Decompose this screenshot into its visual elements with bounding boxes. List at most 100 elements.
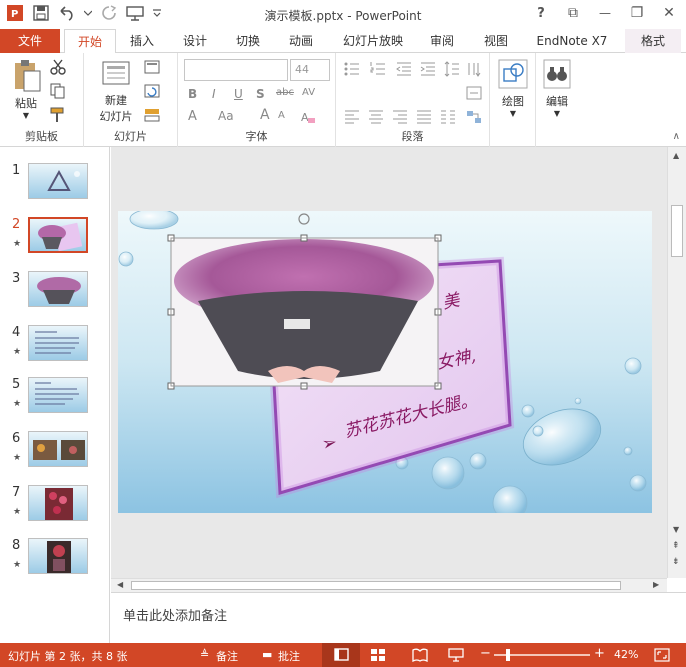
layout-icon[interactable] <box>144 59 160 75</box>
drawing-dropdown-icon: ▼ <box>509 109 517 118</box>
scroll-up-icon[interactable]: ▲ <box>673 151 679 160</box>
cut-icon[interactable] <box>50 59 66 75</box>
tab-animations[interactable]: 动画 <box>281 29 321 53</box>
section-icon[interactable] <box>144 107 160 123</box>
font-color-button[interactable]: A <box>188 109 197 124</box>
comments-icon[interactable]: ▬ <box>262 648 272 661</box>
comments-button[interactable]: 批注 <box>278 648 300 664</box>
tab-home[interactable]: 开始 <box>64 29 116 54</box>
collapse-ribbon-icon[interactable]: ∧ <box>673 131 680 142</box>
normal-view-button[interactable] <box>322 643 360 667</box>
reading-view-icon[interactable] <box>412 648 428 662</box>
thumbnail-2-image <box>28 217 88 253</box>
normal-view-icon <box>334 648 349 661</box>
vertical-scrollbar[interactable]: ▲ ▼ ⇞ ⇟ <box>667 147 686 578</box>
copy-icon[interactable] <box>50 83 66 99</box>
columns-icon[interactable] <box>440 109 456 125</box>
decrease-indent-icon[interactable] <box>396 61 412 77</box>
thumbnail-4-image <box>28 325 88 361</box>
slideshow-view-icon[interactable] <box>448 648 464 662</box>
next-slide-icon[interactable]: ⇟ <box>672 557 680 567</box>
reset-icon[interactable] <box>144 83 160 99</box>
align-text-icon[interactable] <box>466 85 482 101</box>
character-spacing-button[interactable]: AV <box>302 87 315 98</box>
vertical-scroll-thumb[interactable] <box>671 205 683 257</box>
change-case-button[interactable]: Aa <box>218 109 234 123</box>
restore-button[interactable]: ❐ <box>626 4 648 22</box>
align-left-icon[interactable] <box>344 109 360 125</box>
clipboard-group-label: 剪贴板 <box>25 130 58 143</box>
bouquet-photo[interactable] <box>171 238 438 386</box>
underline-button[interactable]: U <box>234 87 243 101</box>
close-button[interactable]: ✕ <box>658 4 680 22</box>
notes-toggle-button[interactable]: 备注 <box>216 648 238 664</box>
tab-format[interactable]: 格式 <box>625 29 681 53</box>
thumbnail-4[interactable]: 4 ★ <box>8 325 90 371</box>
tab-design[interactable]: 设计 <box>175 29 215 53</box>
editing-button[interactable]: 编辑 ▼ <box>540 59 574 118</box>
scroll-right-icon[interactable]: ▶ <box>653 580 659 589</box>
thumbnail-2[interactable]: 2 ★ <box>8 217 90 263</box>
increase-indent-icon[interactable] <box>420 61 436 77</box>
new-slide-button[interactable]: 新建 幻灯片 <box>92 59 140 124</box>
notes-pane[interactable]: 单击此处添加备注 <box>111 592 686 643</box>
align-center-icon[interactable] <box>368 109 384 125</box>
clear-formatting-icon[interactable]: A <box>300 109 316 125</box>
notes-placeholder[interactable]: 单击此处添加备注 <box>123 605 227 624</box>
thumbnail-8[interactable]: 8 ★ <box>8 538 90 584</box>
grow-font-button[interactable]: A <box>260 107 270 123</box>
zoom-out-button[interactable]: − <box>480 646 491 661</box>
tab-transitions[interactable]: 切换 <box>228 29 268 53</box>
thumbnail-1-image <box>28 163 88 199</box>
horizontal-scroll-thumb[interactable] <box>131 581 621 590</box>
slide-count-status[interactable]: 幻灯片 第 2 张，共 8 张 <box>8 648 127 664</box>
notes-toggle-icon[interactable]: ≜ <box>200 648 209 661</box>
line-spacing-icon[interactable] <box>444 61 460 77</box>
scroll-left-icon[interactable]: ◀ <box>117 580 123 589</box>
zoom-in-button[interactable]: + <box>594 646 605 661</box>
thumbnail-5-image <box>28 377 88 413</box>
thumbnail-3[interactable]: 3 <box>8 271 90 317</box>
tab-file[interactable]: 文件 <box>0 29 60 53</box>
justify-icon[interactable] <box>416 109 432 125</box>
slide-canvas[interactable]: 美 女神, ➢ 苏花苏花大长腿。 <box>118 211 652 513</box>
fit-slide-icon[interactable] <box>654 648 670 662</box>
slide-sorter-icon[interactable] <box>370 648 386 662</box>
rotate-handle-icon[interactable] <box>298 213 310 225</box>
drawing-button[interactable]: 绘图 ▼ <box>496 59 530 118</box>
scroll-down-icon[interactable]: ▼ <box>673 525 679 534</box>
previous-slide-icon[interactable]: ⇞ <box>672 541 680 551</box>
bold-button[interactable]: B <box>188 87 197 101</box>
tab-endnote[interactable]: EndNote X7 <box>532 29 612 53</box>
zoom-slider-thumb[interactable] <box>506 649 510 661</box>
tab-review[interactable]: 审阅 <box>422 29 462 53</box>
tab-insert[interactable]: 插入 <box>122 29 162 53</box>
tab-view[interactable]: 视图 <box>476 29 516 53</box>
editing-label: 编辑 <box>546 95 568 108</box>
zoom-level[interactable]: 42% <box>614 648 638 661</box>
paste-button[interactable]: 粘贴 ▼ <box>8 59 44 120</box>
editing-group: 编辑 ▼ <box>536 53 576 147</box>
drawing-group: 绘图 ▼ <box>490 53 536 147</box>
help-button[interactable]: ? <box>530 4 552 22</box>
smartart-icon[interactable] <box>466 109 482 125</box>
text-direction-icon[interactable] <box>466 61 482 77</box>
align-right-icon[interactable] <box>392 109 408 125</box>
format-painter-icon[interactable] <box>50 107 66 123</box>
tab-slideshow[interactable]: 幻灯片放映 <box>338 29 408 53</box>
thumbnail-7[interactable]: 7 ★ <box>8 485 90 531</box>
italic-button[interactable]: I <box>212 87 216 101</box>
strikethrough-button[interactable]: abc <box>276 87 294 98</box>
thumbnail-1[interactable]: 1 <box>8 163 90 209</box>
minimize-button[interactable]: — <box>594 4 616 22</box>
bullets-icon[interactable] <box>344 61 360 77</box>
font-name-combobox[interactable] <box>184 59 288 81</box>
text-shadow-button[interactable]: S <box>256 87 265 101</box>
shrink-font-button[interactable]: A <box>278 110 285 121</box>
thumbnail-5[interactable]: 5 ★ <box>8 377 90 423</box>
numbering-icon[interactable] <box>370 61 386 77</box>
horizontal-scrollbar[interactable]: ◀ ▶ <box>111 578 667 592</box>
thumbnail-6[interactable]: 6 ★ <box>8 431 90 477</box>
ribbon-display-options-button[interactable]: ⧉ <box>562 4 584 22</box>
font-size-combobox[interactable]: 44 <box>290 59 330 81</box>
